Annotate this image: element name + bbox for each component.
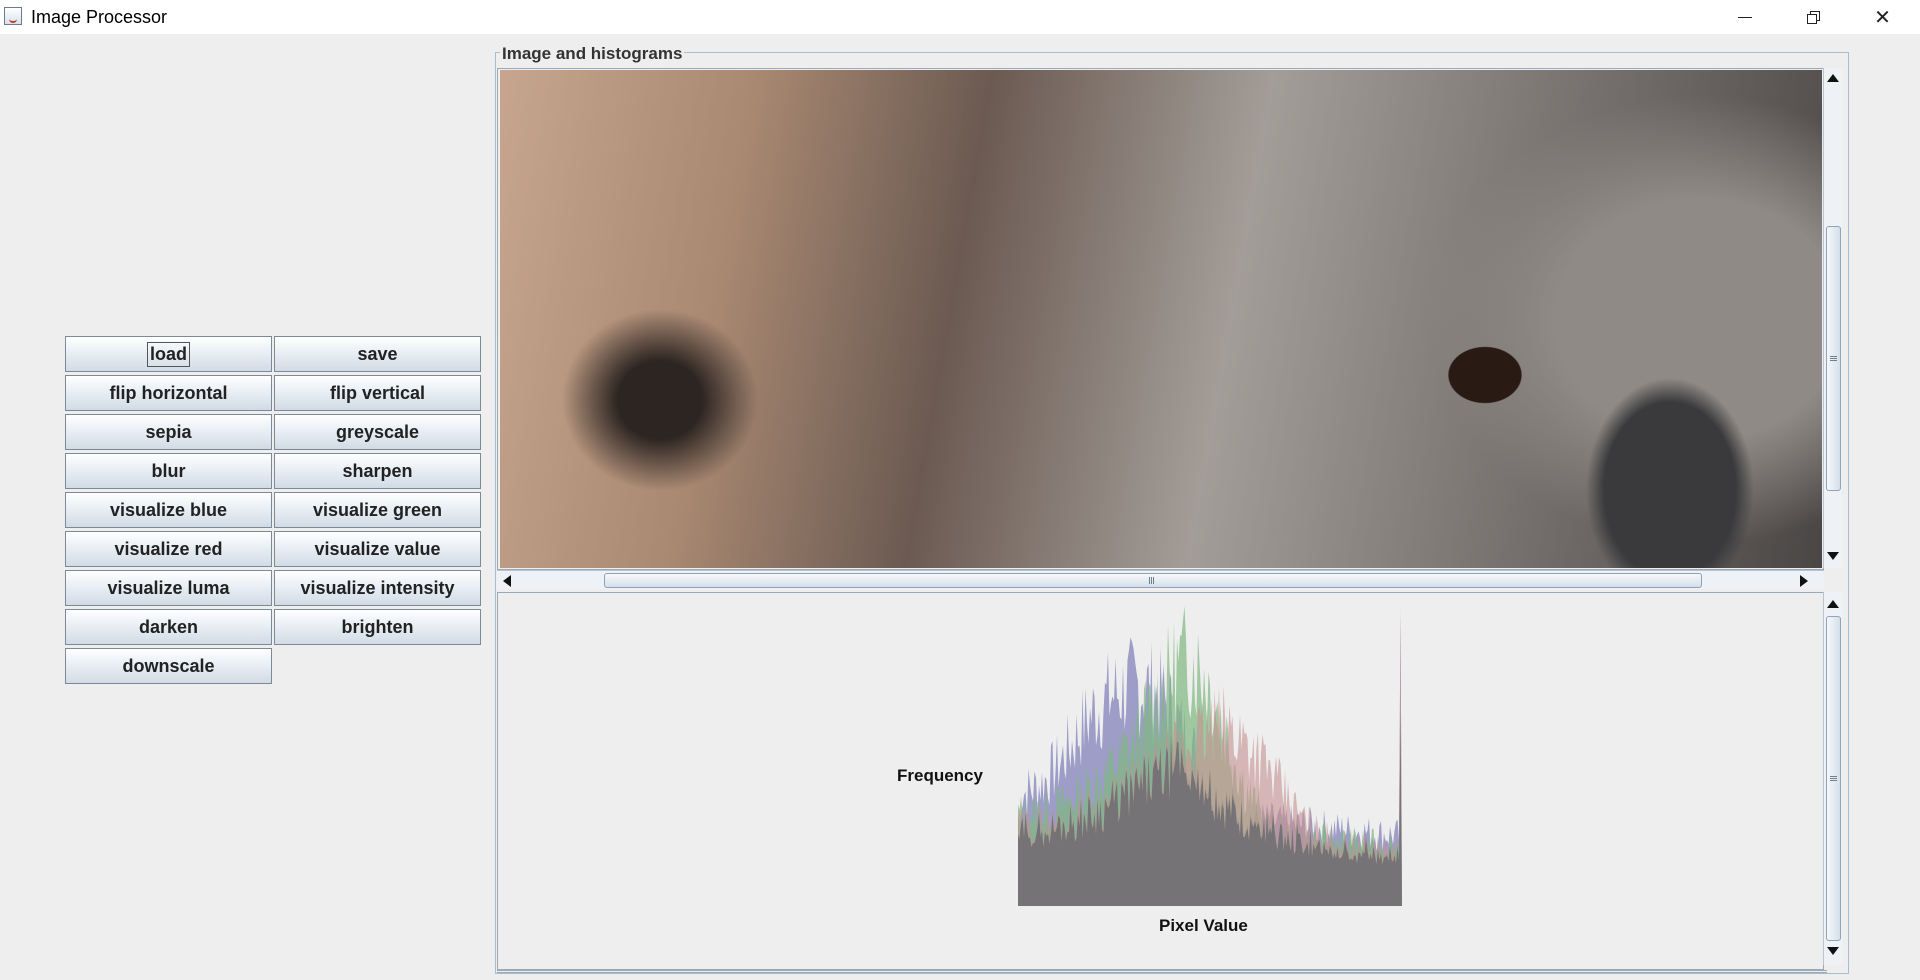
arrow-left-icon[interactable] [503, 575, 511, 587]
sharpen-button[interactable]: sharpen [274, 453, 481, 489]
histogram-vertical-scrollbar[interactable] [1823, 592, 1842, 965]
darken-button[interactable]: darken [65, 609, 272, 645]
visualize-value-button[interactable]: visualize value [274, 531, 481, 567]
brighten-button[interactable]: brighten [274, 609, 481, 645]
title-bar: Image Processor ✕ [0, 0, 1920, 34]
visualize-red-button[interactable]: visualize red [65, 531, 272, 567]
flip-horizontal-button[interactable]: flip horizontal [65, 375, 272, 411]
histogram-vertical-thumb[interactable] [1826, 616, 1841, 941]
visualize-blue-button[interactable]: visualize blue [65, 492, 272, 528]
image-vertical-thumb[interactable] [1826, 226, 1841, 491]
close-button[interactable]: ✕ [1848, 0, 1917, 34]
arrow-right-icon[interactable] [1800, 575, 1808, 587]
flip-vertical-button[interactable]: flip vertical [274, 375, 481, 411]
visualize-luma-button[interactable]: visualize luma [65, 570, 272, 606]
image-vertical-scrollbar[interactable] [1823, 68, 1842, 568]
arrow-up-icon[interactable] [1827, 74, 1839, 82]
group-title: Image and histograms [500, 44, 685, 64]
image-horizontal-thumb[interactable] [604, 573, 1702, 588]
window-title: Image Processor [31, 7, 168, 27]
arrow-up-icon[interactable] [1827, 600, 1839, 608]
image-view[interactable] [500, 70, 1822, 568]
visualize-green-button[interactable]: visualize green [274, 492, 481, 528]
arrow-down-icon[interactable] [1827, 552, 1839, 560]
save-button[interactable]: save [274, 336, 481, 372]
greyscale-button[interactable]: greyscale [274, 414, 481, 450]
panel-bottom-rule [497, 970, 1827, 973]
histogram-xlabel: Pixel Value [1159, 916, 1248, 935]
minimize-button[interactable] [1710, 0, 1779, 34]
close-icon: ✕ [1874, 6, 1891, 29]
downscale-button[interactable]: downscale [65, 648, 272, 684]
image-horizontal-scrollbar[interactable] [497, 570, 1824, 589]
histogram-ylabel: Frequency [897, 766, 983, 785]
blur-button[interactable]: blur [65, 453, 272, 489]
restore-button[interactable] [1779, 0, 1848, 34]
load-button[interactable]: load [65, 336, 272, 372]
java-coffee-icon [4, 7, 22, 25]
sepia-button[interactable]: sepia [65, 414, 272, 450]
minimize-icon [1737, 16, 1752, 18]
histogram-chart [1018, 606, 1402, 906]
visualize-intensity-button[interactable]: visualize intensity [274, 570, 481, 606]
arrow-down-icon[interactable] [1827, 947, 1839, 955]
restore-icon [1807, 10, 1820, 24]
